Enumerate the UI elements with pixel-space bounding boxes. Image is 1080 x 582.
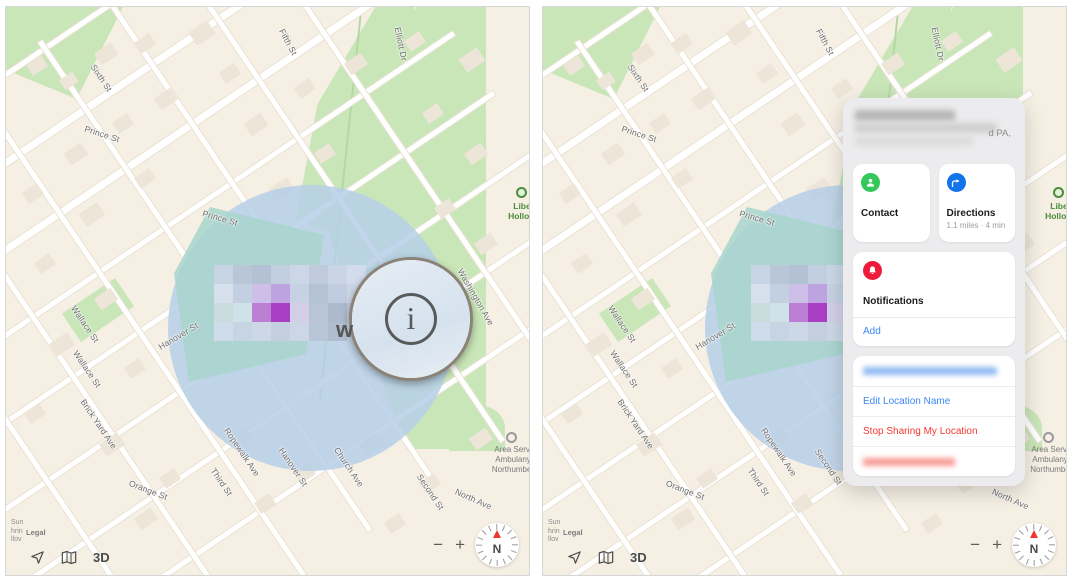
park-icon: [1053, 187, 1064, 198]
zoom-out-button[interactable]: −: [970, 536, 980, 553]
panel-header-redacted: d PA,: [853, 108, 1015, 154]
redacted-label: [863, 367, 997, 375]
locate-arrow-icon[interactable]: [567, 550, 582, 565]
map-tool-group[interactable]: 3D: [30, 550, 110, 565]
map-canvas-left[interactable]: i w Sixth St Prince St Fifth St Elliott …: [6, 7, 529, 575]
compass-needle-icon: [1030, 530, 1038, 538]
add-notification-button[interactable]: Add: [853, 317, 1015, 346]
directions-card-title: Directions: [946, 208, 996, 219]
zoom-out-button[interactable]: −: [433, 536, 443, 553]
magnifier-loupe[interactable]: i: [349, 257, 473, 381]
poi-park-label: LibeHollow: [1045, 201, 1067, 222]
address-tail-text: d PA,: [988, 128, 1011, 139]
zoom-controls[interactable]: − +: [433, 536, 465, 553]
map-canvas-right[interactable]: Sixth St Prince St Fifth St Elliott Dr P…: [543, 7, 1066, 575]
location-actions-list[interactable]: Edit Location Name Stop Sharing My Locat…: [853, 356, 1015, 476]
redacted-label-fragment: w: [336, 317, 353, 342]
notifications-header: Notifications: [853, 252, 1015, 317]
redacted-name-bar: [855, 110, 955, 121]
notifications-title: Notifications: [863, 296, 924, 307]
hospital-ring-icon: [1043, 432, 1054, 443]
directions-arrow-icon: [946, 173, 966, 192]
edit-location-name-button[interactable]: Edit Location Name: [853, 386, 1015, 416]
poi-park-label: LibeHollow: [508, 201, 530, 222]
compass-control[interactable]: N: [475, 523, 519, 567]
list-item-redacted-blue[interactable]: [853, 356, 1015, 386]
notifications-card[interactable]: Notifications Add: [853, 252, 1015, 346]
map-tool-group[interactable]: 3D: [567, 550, 647, 565]
contact-card-title: Contact: [861, 208, 899, 219]
map-attribution: Sun hrin llov: [11, 518, 24, 544]
info-circle-icon[interactable]: i: [385, 293, 437, 345]
park-icon: [516, 187, 527, 198]
legal-link[interactable]: Legal: [563, 528, 583, 537]
legal-link[interactable]: Legal: [26, 528, 46, 537]
map-layers-icon[interactable]: [61, 550, 77, 565]
zoom-controls[interactable]: − +: [970, 536, 1002, 553]
hospital-ring-icon: [506, 432, 517, 443]
action-cards-row[interactable]: Contact Directions 1.1 miles · 4 min: [853, 164, 1015, 242]
left-map-panel[interactable]: i w Sixth St Prince St Fifth St Elliott …: [5, 6, 530, 576]
three-d-toggle[interactable]: 3D: [93, 550, 110, 565]
person-circle-icon: [861, 173, 880, 192]
three-d-toggle[interactable]: 3D: [630, 550, 647, 565]
bell-icon: [863, 261, 882, 280]
zoom-in-button[interactable]: +: [992, 536, 1002, 553]
right-map-panel[interactable]: Sixth St Prince St Fifth St Elliott Dr P…: [542, 6, 1067, 576]
redacted-address-bar: [855, 123, 997, 133]
redacted-label: [863, 457, 955, 466]
info-glyph-letter: i: [406, 299, 416, 336]
compass-control[interactable]: N: [1012, 523, 1056, 567]
screenshot-stage: i w Sixth St Prince St Fifth St Elliott …: [0, 0, 1080, 582]
map-attribution: Sun hrin llov: [548, 518, 561, 544]
zoom-in-button[interactable]: +: [455, 536, 465, 553]
redacted-address-bar-2: [855, 136, 973, 146]
poi-ambulance-label: Area Servi Ambulany Northumber: [491, 445, 530, 474]
locate-arrow-icon[interactable]: [30, 550, 45, 565]
list-item-redacted-red[interactable]: [853, 446, 1015, 476]
stop-sharing-my-location-button[interactable]: Stop Sharing My Location: [853, 416, 1015, 446]
directions-card[interactable]: Directions 1.1 miles · 4 min: [938, 164, 1015, 242]
directions-card-subtitle: 1.1 miles · 4 min: [946, 221, 1006, 230]
compass-needle-icon: [493, 530, 501, 538]
location-details-panel[interactable]: d PA, Contact Directions 1.1 miles · 4 m…: [843, 98, 1025, 486]
map-layers-icon[interactable]: [598, 550, 614, 565]
contact-card[interactable]: Contact: [853, 164, 930, 242]
loupe-content: i: [352, 260, 470, 378]
